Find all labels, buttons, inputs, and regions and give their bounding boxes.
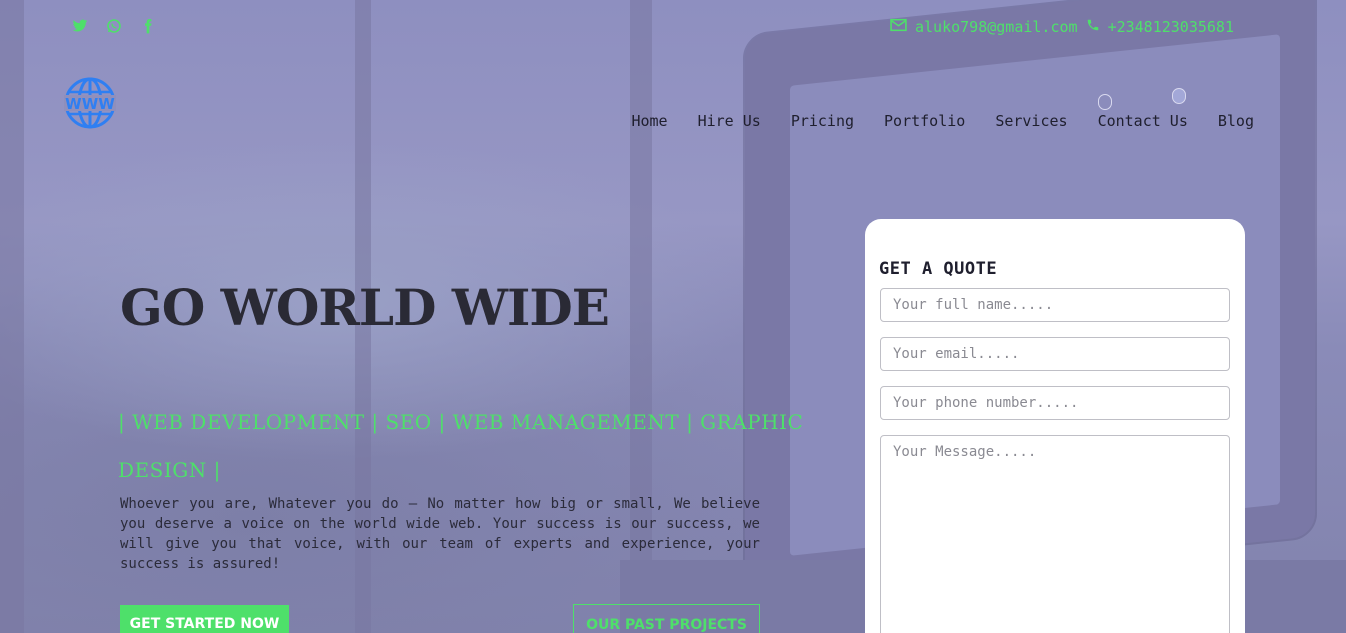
- services-line: | WEB DEVELOPMENT | SEO | WEB MANAGEMENT…: [118, 410, 804, 482]
- past-projects-button[interactable]: OUR PAST PROJECTS: [573, 604, 760, 633]
- nav-item-blog[interactable]: Blog: [1218, 112, 1254, 130]
- phone-link[interactable]: +2348123035681: [1108, 18, 1234, 36]
- monitor-decor-button: [1098, 94, 1112, 110]
- window-frame-left: [0, 0, 24, 633]
- get-started-button[interactable]: GET STARTED NOW: [120, 605, 289, 633]
- whatsapp-icon[interactable]: [106, 18, 122, 38]
- message-textarea[interactable]: [880, 435, 1230, 633]
- email-input[interactable]: [880, 337, 1230, 371]
- site-logo[interactable]: WWW: [63, 76, 117, 130]
- full-name-input[interactable]: [880, 288, 1230, 322]
- nav-item-portfolio[interactable]: Portfolio: [884, 112, 965, 130]
- nav-item-hire-us[interactable]: Hire Us: [698, 112, 761, 130]
- contact-info: aluko798@gmail.com +2348123035681: [890, 18, 1234, 36]
- monitor-decor-button: [1172, 88, 1186, 104]
- twitter-icon[interactable]: [72, 18, 88, 38]
- email-link[interactable]: aluko798@gmail.com: [915, 18, 1078, 36]
- nav-item-home[interactable]: Home: [631, 112, 667, 130]
- hero-title: GO WORLD WIDE: [120, 278, 610, 337]
- quote-form-card: GET A QUOTE: [865, 219, 1245, 633]
- phone-input[interactable]: [880, 386, 1230, 420]
- nav-item-services[interactable]: Services: [995, 112, 1067, 130]
- phone-icon: [1086, 18, 1100, 36]
- hero-description: Whoever you are, Whatever you do – No ma…: [120, 496, 760, 572]
- envelope-icon: [890, 18, 907, 36]
- main-nav: Home Hire Us Pricing Portfolio Services …: [631, 112, 1254, 130]
- logo-text: WWW: [65, 95, 115, 113]
- nav-item-pricing[interactable]: Pricing: [791, 112, 854, 130]
- social-links: [72, 18, 156, 38]
- nav-item-contact-us[interactable]: Contact Us: [1098, 112, 1188, 130]
- quote-form-title: GET A QUOTE: [879, 259, 998, 279]
- facebook-icon[interactable]: [140, 18, 156, 38]
